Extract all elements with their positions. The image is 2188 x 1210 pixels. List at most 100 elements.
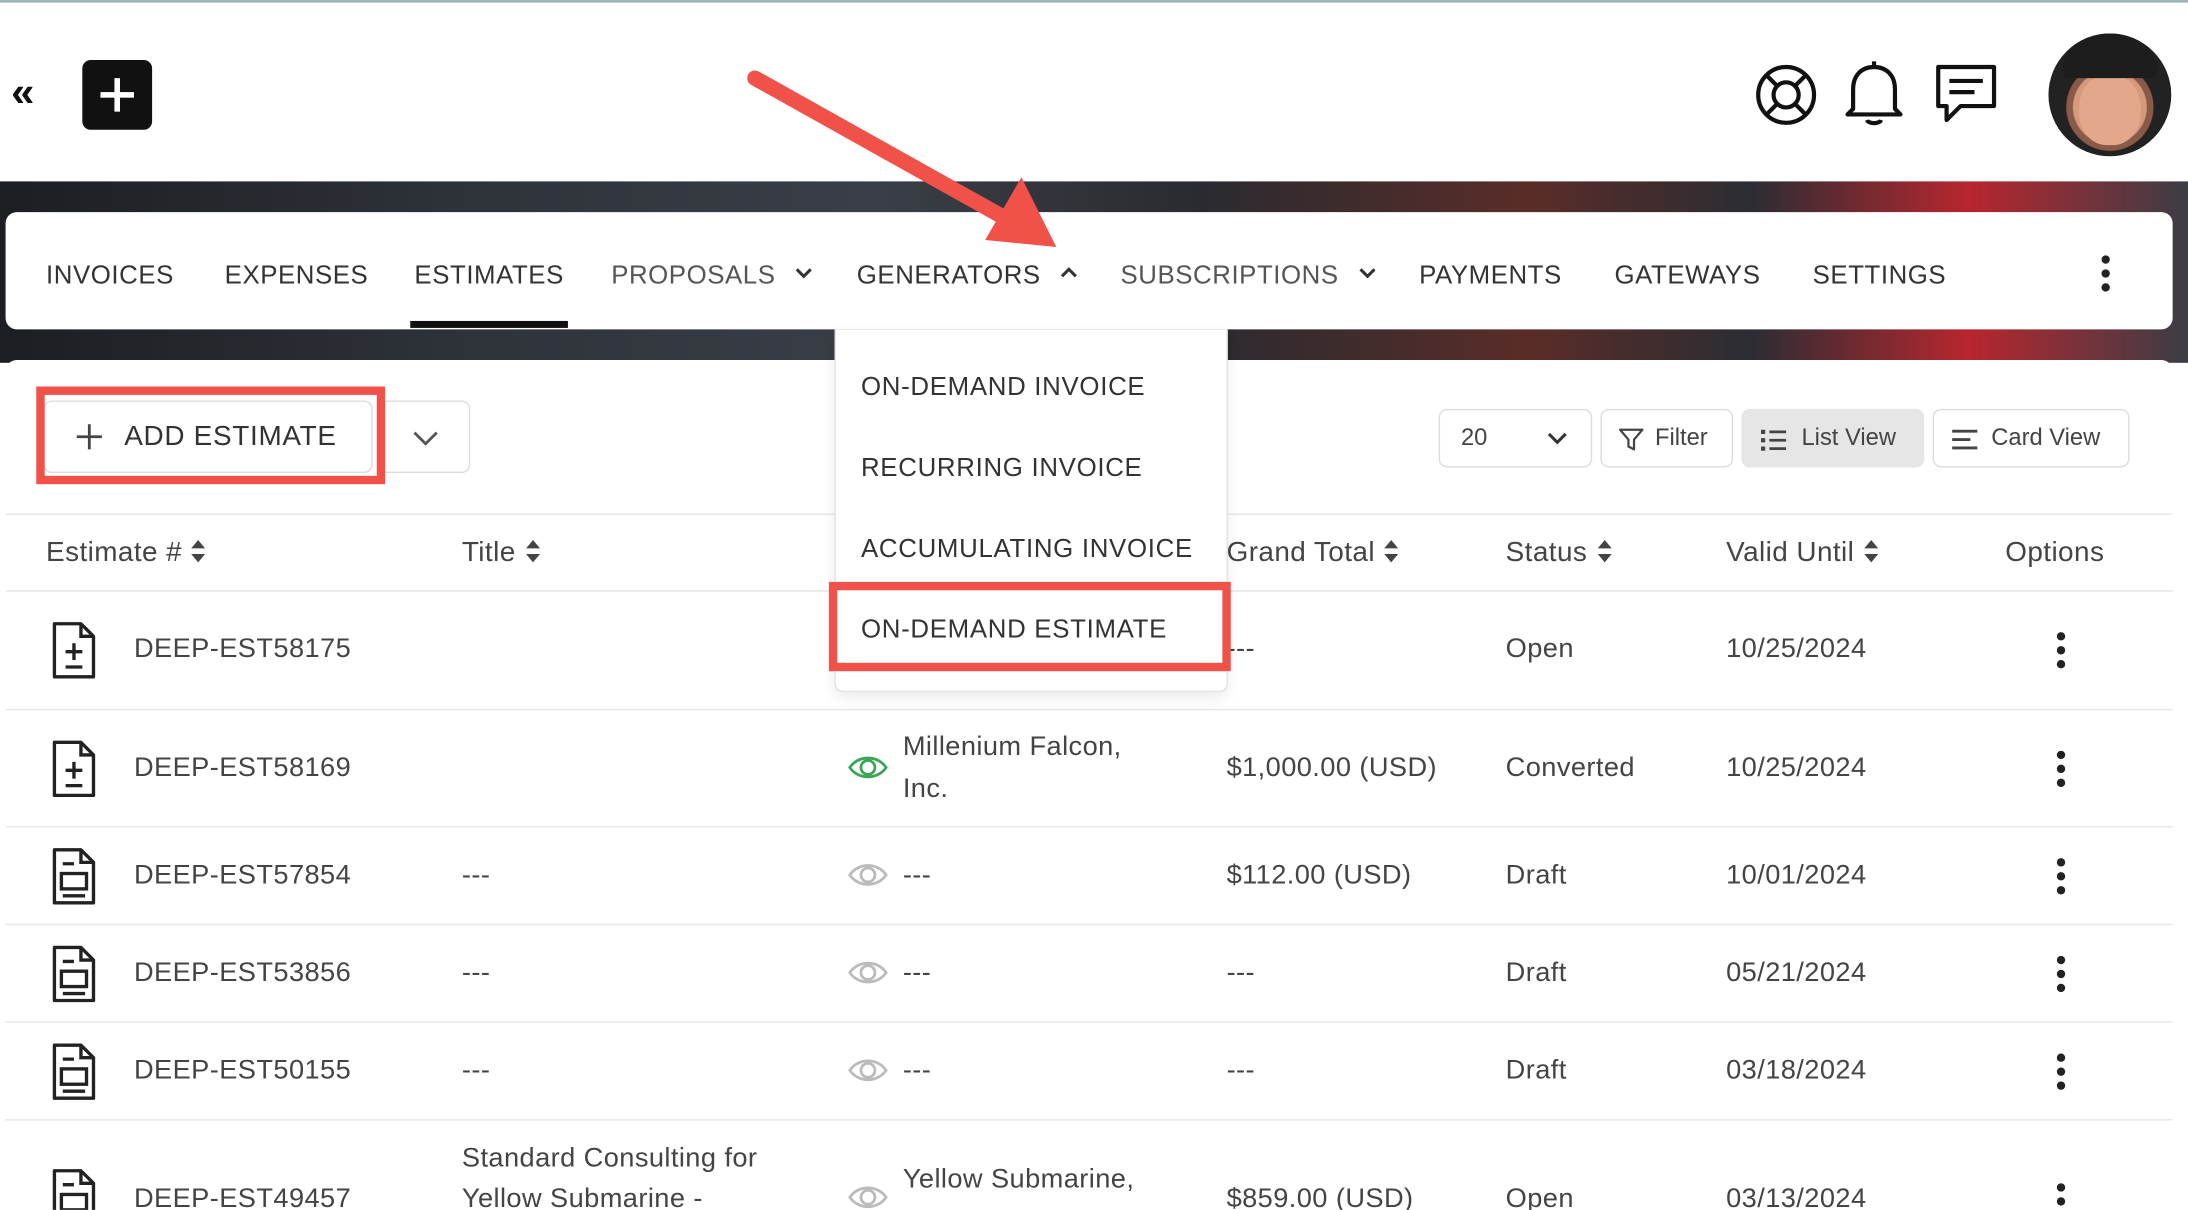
- estimate-title: ---: [461, 957, 491, 988]
- list-icon: [1761, 429, 1787, 451]
- estimate-number[interactable]: DEEP-EST58169: [134, 752, 351, 784]
- menu-item-accumulating-invoice[interactable]: ACCUMULATING INVOICE: [861, 533, 1193, 564]
- document-draft-icon: [52, 945, 96, 1003]
- tab-payments[interactable]: PAYMENTS: [1419, 260, 1562, 291]
- col-options: Options: [2005, 537, 2105, 568]
- eye-icon[interactable]: [847, 959, 889, 987]
- status-text: Draft: [1505, 957, 1567, 988]
- per-page-value: 20: [1460, 424, 1488, 451]
- client-name: Millenium Falcon,: [902, 731, 1122, 762]
- document-draft-icon: [52, 848, 96, 905]
- valid-until: 10/25/2024: [1726, 752, 1867, 783]
- col-status[interactable]: Status: [1506, 537, 1613, 569]
- grand-total: ---: [1226, 1054, 1256, 1086]
- row-options-icon[interactable]: [2054, 858, 2068, 895]
- client-name: ---: [902, 1054, 932, 1086]
- lines-icon: [1952, 429, 1978, 450]
- row-divider: [5, 1021, 2173, 1023]
- sort-icon: [1384, 540, 1399, 563]
- tab-proposals[interactable]: PROPOSALS: [611, 260, 814, 291]
- tab-estimates[interactable]: ESTIMATES: [414, 260, 563, 291]
- tab-settings[interactable]: SETTINGS: [1813, 260, 1947, 291]
- user-avatar[interactable]: [2048, 33, 2172, 157]
- filter-button[interactable]: Filter: [1600, 408, 1734, 468]
- estimate-title-cont: Yellow Submarine -: [461, 1183, 703, 1210]
- tab-gateways[interactable]: GATEWAYS: [1614, 260, 1760, 291]
- chat-icon[interactable]: [1933, 61, 2000, 125]
- valid-until: 10/25/2024: [1726, 633, 1867, 665]
- row-divider: [5, 1119, 2173, 1121]
- row-options-icon[interactable]: [2054, 1053, 2068, 1090]
- eye-icon[interactable]: [847, 1183, 889, 1210]
- tab-invoices[interactable]: INVOICES: [46, 260, 174, 291]
- grand-total: $859.00 (USD): [1226, 1183, 1414, 1210]
- col-title[interactable]: Title: [462, 537, 541, 569]
- estimate-number[interactable]: DEEP-EST58175: [134, 634, 351, 666]
- status-text: Open: [1505, 633, 1574, 665]
- tab-subscriptions-label: SUBSCRIPTIONS: [1120, 259, 1339, 289]
- chevron-down-icon: [796, 268, 813, 279]
- row-divider: [5, 826, 2173, 828]
- client-name: ---: [902, 957, 932, 988]
- eye-icon[interactable]: [847, 754, 889, 782]
- row-divider: [5, 708, 2173, 711]
- active-tab-indicator: [410, 320, 568, 328]
- row-divider: [5, 923, 2173, 926]
- estimate-number[interactable]: DEEP-EST50155: [134, 1055, 351, 1087]
- col-estimate-number[interactable]: Estimate #: [46, 537, 207, 569]
- client-name-cont: Inc.: [902, 773, 949, 804]
- add-estimate-dropdown-button[interactable]: [380, 400, 471, 474]
- row-options-icon[interactable]: [2054, 632, 2068, 669]
- sort-icon: [1864, 540, 1879, 563]
- kebab-vertical-icon[interactable]: [2099, 254, 2113, 293]
- avatar-face: [2079, 75, 2141, 146]
- estimate-title: Standard Consulting for: [461, 1142, 758, 1174]
- col-grand-total[interactable]: Grand Total: [1227, 537, 1400, 569]
- row-options-icon[interactable]: [2054, 1183, 2068, 1210]
- document-plus-minus-icon: [52, 740, 96, 798]
- list-view-button[interactable]: List View: [1741, 408, 1925, 468]
- sort-icon: [525, 540, 540, 563]
- tab-generators[interactable]: GENERATORS: [857, 260, 1079, 291]
- estimate-number[interactable]: DEEP-EST49457: [134, 1183, 351, 1210]
- list-view-label: List View: [1801, 424, 1896, 451]
- status-text: Draft: [1505, 859, 1567, 891]
- status-text: Open: [1505, 1183, 1574, 1210]
- tab-expenses[interactable]: EXPENSES: [225, 260, 369, 291]
- document-plus-minus-icon: [52, 622, 96, 679]
- plus-icon: [100, 78, 134, 112]
- eye-icon[interactable]: [847, 861, 889, 889]
- document-draft-icon: [52, 1169, 96, 1210]
- col-status-label: Status: [1505, 537, 1588, 568]
- col-valid-until-label: Valid Until: [1726, 537, 1855, 568]
- card-view-label: Card View: [1991, 424, 2101, 451]
- avatar-cap: [2062, 33, 2158, 79]
- row-options-icon[interactable]: [2054, 955, 2068, 993]
- estimate-number[interactable]: DEEP-EST57854: [134, 860, 351, 892]
- chevron-down-icon: [1359, 268, 1376, 279]
- bell-icon[interactable]: [1842, 59, 1906, 129]
- per-page-select[interactable]: 20: [1438, 408, 1593, 468]
- eye-icon[interactable]: [847, 1056, 889, 1084]
- filter-label: Filter: [1654, 424, 1708, 451]
- annotation-highlight-on-demand-estimate: [828, 581, 1231, 672]
- grand-total: $1,000.00 (USD): [1226, 752, 1438, 783]
- menu-item-on-demand-invoice[interactable]: ON-DEMAND INVOICE: [861, 371, 1145, 402]
- estimate-number[interactable]: DEEP-EST53856: [134, 957, 351, 989]
- lifebuoy-icon[interactable]: [1753, 61, 1820, 128]
- annotation-highlight-add-estimate: [36, 386, 386, 485]
- card-view-button[interactable]: Card View: [1932, 408, 2130, 468]
- row-options-icon[interactable]: [2054, 750, 2068, 788]
- double-chevron-left-icon[interactable]: «: [11, 72, 34, 115]
- menu-item-recurring-invoice[interactable]: RECURRING INVOICE: [861, 452, 1143, 483]
- top-bar: «: [0, 2, 2188, 182]
- quick-add-button[interactable]: [82, 60, 153, 130]
- tab-generators-label: GENERATORS: [856, 259, 1041, 289]
- filter-icon: [1618, 428, 1644, 451]
- grand-total: ---: [1226, 633, 1256, 665]
- tab-subscriptions[interactable]: SUBSCRIPTIONS: [1121, 260, 1378, 291]
- col-valid-until[interactable]: Valid Until: [1726, 537, 1879, 569]
- valid-until: 05/21/2024: [1726, 957, 1867, 988]
- document-draft-icon: [52, 1043, 96, 1100]
- module-nav: INVOICES EXPENSES ESTIMATES PROPOSALS GE…: [5, 212, 2173, 330]
